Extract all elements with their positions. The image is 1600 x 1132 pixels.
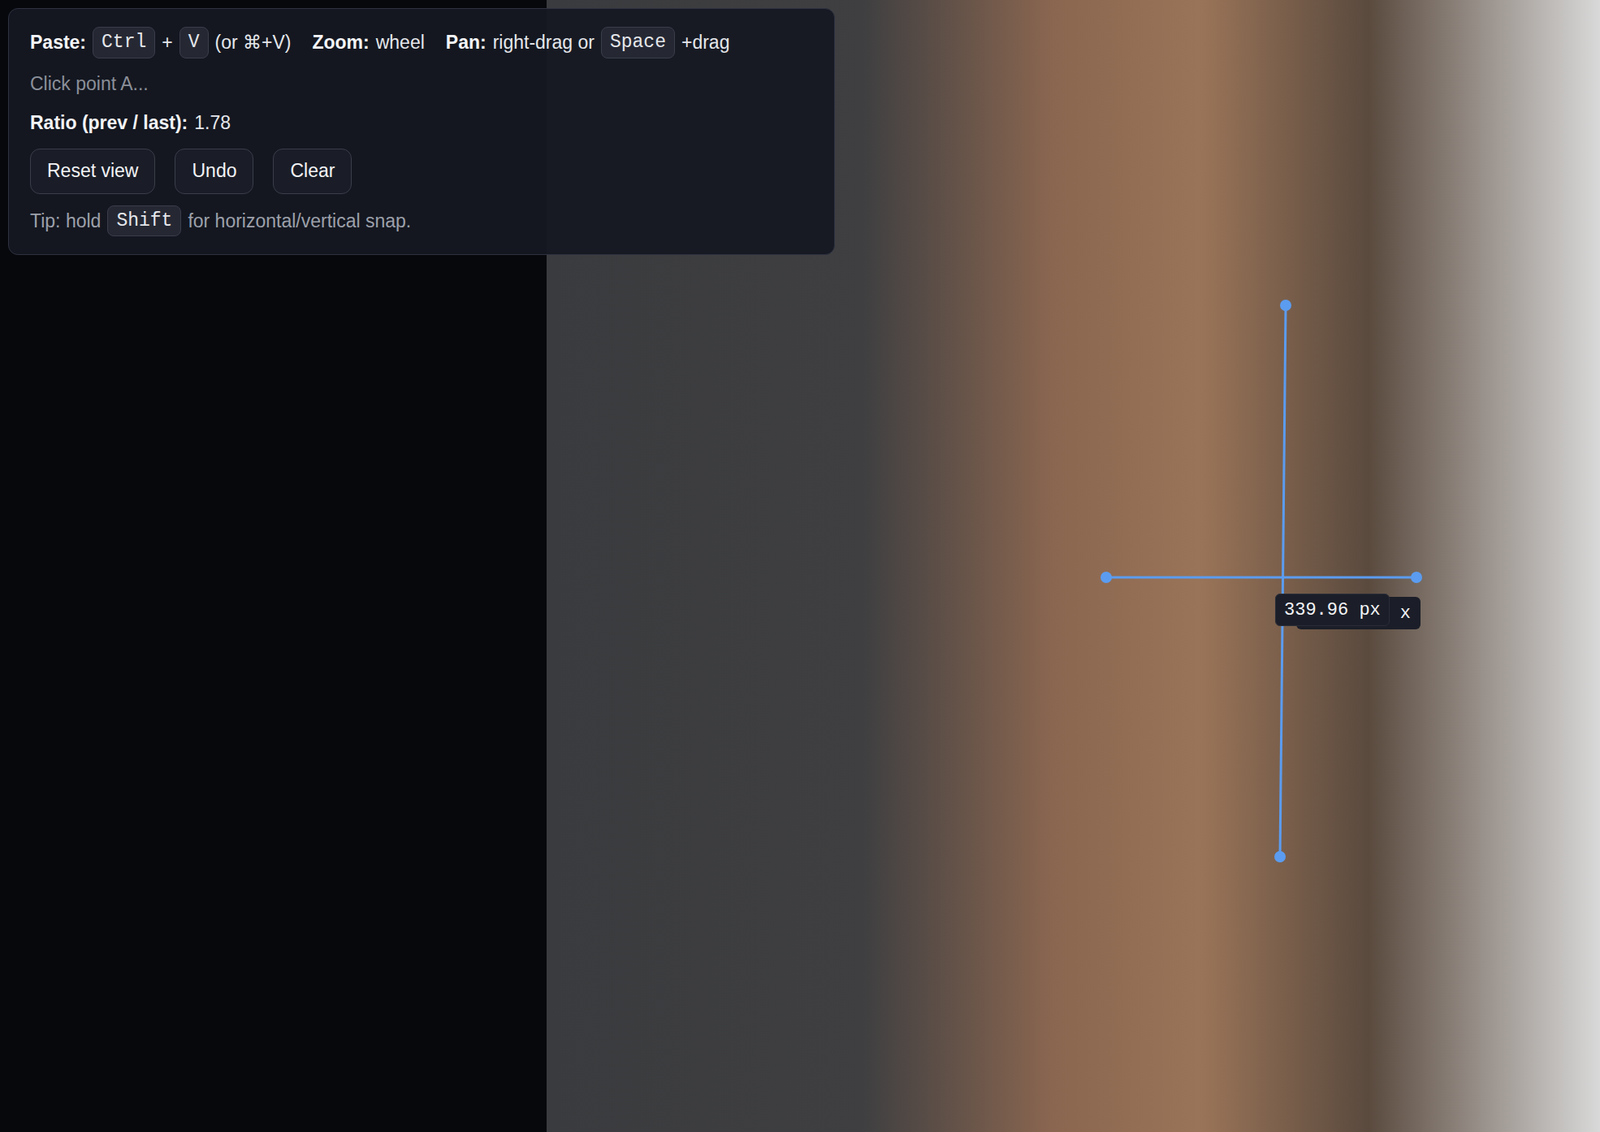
measurement-label: 339.96 px	[1275, 593, 1390, 627]
tip-text: Tip: hold	[30, 207, 101, 236]
control-panel: Paste:Ctrl+V(or ⌘+V) Zoom:wheel Pan:right-…	[8, 8, 835, 256]
hint-label: Paste:	[30, 28, 87, 57]
hints-row: Paste:Ctrl+V(or ⌘+V) Zoom:wheel Pan:right-…	[30, 26, 813, 59]
hint-group: Paste:Ctrl+V(or ⌘+V)	[30, 26, 291, 59]
hint-label: Zoom:	[311, 28, 369, 57]
tip-text: for horizontal/vertical snap.	[187, 207, 411, 236]
tip-row: Tip: holdShiftfor horizontal/vertical sn…	[30, 205, 813, 238]
key-hint: Space	[601, 26, 675, 59]
key-hint: V	[179, 26, 209, 59]
ratio-label: Ratio (prev / last):	[30, 108, 188, 138]
key-hint: Ctrl	[92, 26, 156, 59]
ratio-row: Ratio (prev / last):1.78	[30, 108, 813, 138]
key-hint: Shift	[107, 205, 182, 238]
app: x339.96 pxPaste:Ctrl+V(or ⌘+V)Zoom:wheel…	[0, 0, 1600, 1132]
hint-text: right-drag or	[492, 28, 595, 57]
hint-text: wheel	[376, 28, 425, 57]
ratio-value: 1.78	[194, 108, 231, 138]
hint-group: Zoom:wheel	[311, 28, 424, 57]
hint-text: +drag	[681, 28, 730, 57]
hint-text: +	[161, 28, 173, 57]
hint-label: Pan:	[445, 28, 487, 57]
panel-button[interactable]: Undo	[174, 148, 254, 195]
panel-button[interactable]: Reset view	[30, 148, 156, 195]
status-text: Click point A...	[30, 69, 813, 99]
hint-text: (or ⌘+V)	[215, 28, 292, 57]
button-row: Reset view Undo Clear	[30, 148, 813, 195]
hint-group: Pan:right-drag orSpace+drag	[445, 26, 731, 59]
panel-button[interactable]: Clear	[272, 148, 352, 195]
